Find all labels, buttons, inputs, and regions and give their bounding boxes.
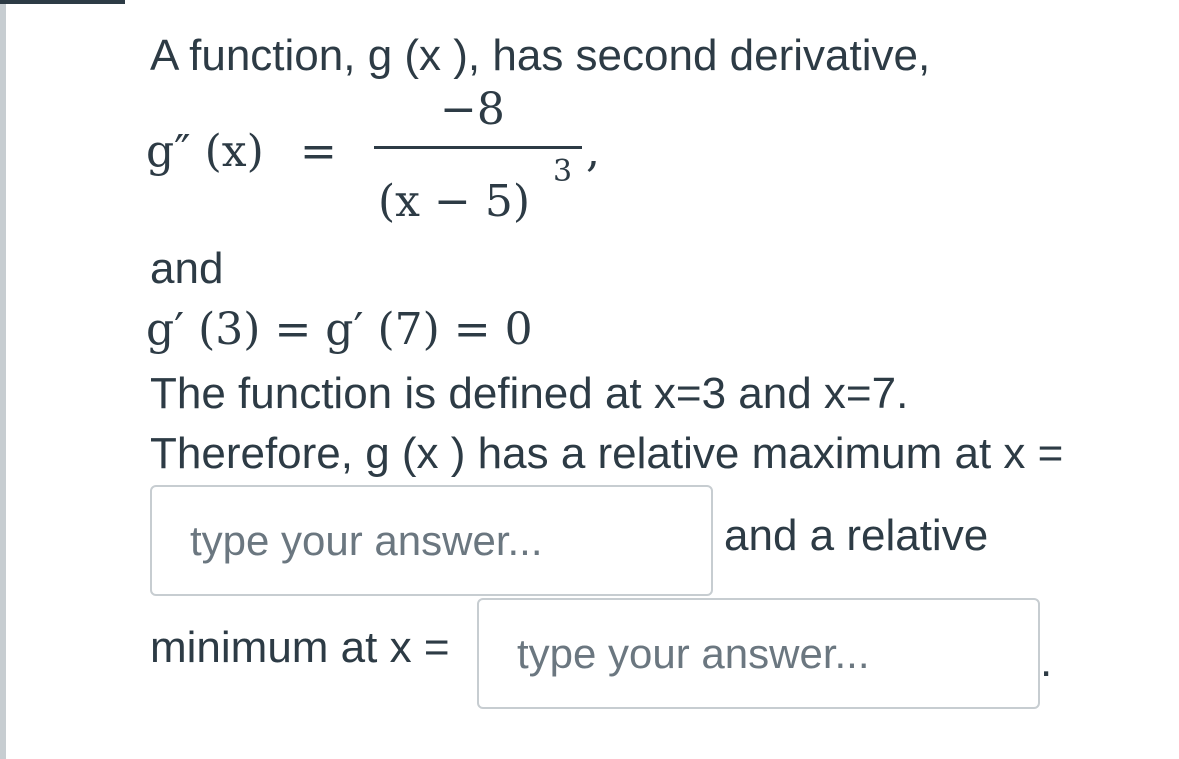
formula-equals: = [300, 126, 337, 177]
formula-comma: , [586, 126, 600, 177]
statement-text: The function is defined at x=3 and x=7. [150, 369, 909, 418]
max-prompt: Therefore, g (x ) has a relative maximum… [150, 429, 1064, 478]
and-label: and [150, 244, 224, 293]
formula-lhs: g″ (x) [146, 126, 264, 177]
max-answer-input[interactable] [150, 485, 713, 596]
min-prompt: minimum at x = [150, 623, 450, 672]
formula-exponent: 3 [553, 154, 573, 189]
fraction-bar [374, 146, 582, 149]
active-tab-indicator [0, 0, 125, 4]
intro-text: A function, g (x ), has second derivativ… [150, 31, 931, 80]
mid-text: and a relative [724, 511, 989, 560]
formula-denominator: (x − 5) [378, 176, 530, 227]
min-answer-input[interactable] [477, 598, 1040, 709]
formula-first-derivative: g′ (3) = g′ (7) = 0 [146, 304, 533, 355]
end-punctuation: . [1040, 637, 1053, 686]
question-body: A function, g (x ), has second derivativ… [146, 0, 1150, 759]
left-border [0, 0, 6, 759]
formula-numerator: −8 [440, 84, 505, 135]
